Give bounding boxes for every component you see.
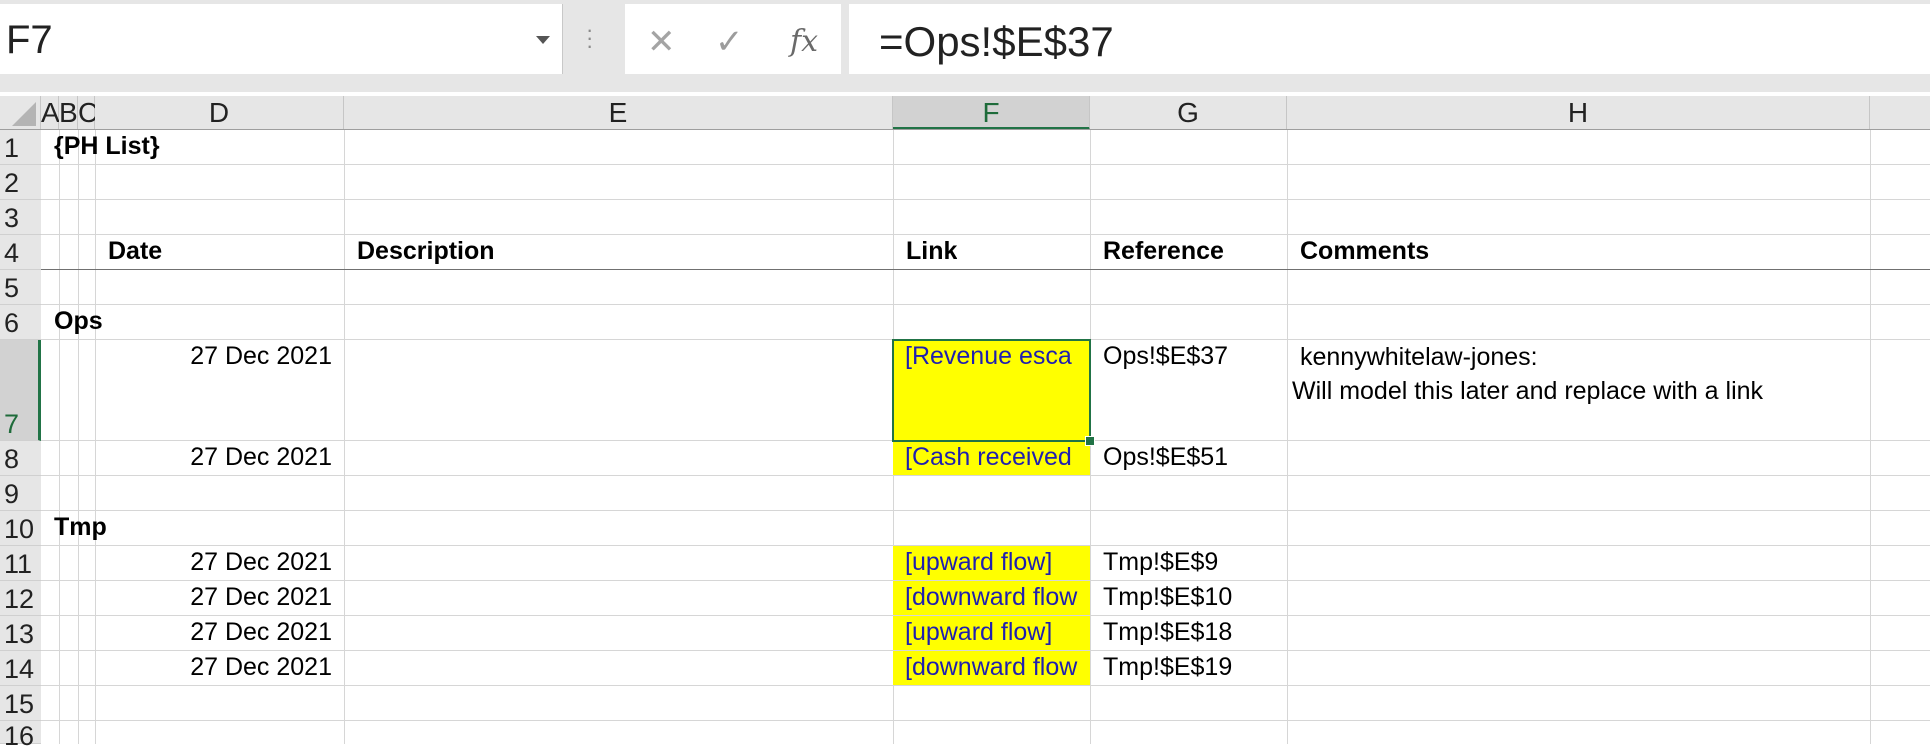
comment-author[interactable]: kennywhitelaw-jones: <box>1300 340 1538 374</box>
row-header-10[interactable]: 10 <box>0 511 41 546</box>
section-label-tmp[interactable]: Tmp <box>54 513 107 542</box>
row-header-1[interactable]: 1 <box>0 130 41 165</box>
column-header-g[interactable]: G <box>1090 96 1287 130</box>
enter-icon[interactable]: ✓ <box>715 22 744 62</box>
column-header-e[interactable]: E <box>344 96 893 130</box>
gridline <box>41 510 1930 511</box>
reference-cell[interactable]: Tmp!$E$10 <box>1103 583 1232 612</box>
column-header-h[interactable]: H <box>1287 96 1870 130</box>
cancel-icon[interactable]: ✕ <box>647 22 676 62</box>
active-cell-selection[interactable] <box>892 339 1091 442</box>
header-link[interactable]: Link <box>906 237 957 266</box>
column-header-next[interactable] <box>1870 96 1930 130</box>
date-cell[interactable]: 27 Dec 2021 <box>95 618 332 647</box>
gridline <box>59 130 60 744</box>
gridline <box>41 304 1930 305</box>
reference-cell[interactable]: Tmp!$E$18 <box>1103 618 1232 647</box>
formula-bar: F7 · · · ✕ ✓ fx =Ops!$E$37 <box>0 0 1930 92</box>
reference-cell[interactable]: Ops!$E$37 <box>1103 342 1228 371</box>
date-cell[interactable]: 27 Dec 2021 <box>95 548 332 577</box>
gridline <box>1870 130 1871 744</box>
row-header-14[interactable]: 14 <box>0 651 41 686</box>
header-comments[interactable]: Comments <box>1300 237 1429 266</box>
row-header-6[interactable]: 6 <box>0 305 41 340</box>
row-header-8[interactable]: 8 <box>0 441 41 476</box>
header-reference[interactable]: Reference <box>1103 237 1224 266</box>
link-cell[interactable]: [upward flow] <box>893 616 1090 650</box>
gridline <box>78 130 79 744</box>
row-header-7[interactable]: 7 <box>0 340 41 441</box>
link-cell[interactable]: [Cash received <box>893 441 1090 475</box>
link-cell[interactable]: [upward flow] <box>893 546 1090 580</box>
sheet-title[interactable]: {PH List} <box>54 132 160 161</box>
row-header-16[interactable]: 16 <box>0 721 41 751</box>
header-row-border <box>41 269 1930 270</box>
gridline <box>41 164 1930 165</box>
section-label-ops[interactable]: Ops <box>54 307 103 336</box>
date-cell[interactable]: 27 Dec 2021 <box>95 443 332 472</box>
gridline <box>41 234 1930 235</box>
row-header-5[interactable]: 5 <box>0 270 41 305</box>
header-divider <box>0 129 1930 130</box>
column-header-a[interactable]: A <box>41 96 60 130</box>
row-header-9[interactable]: 9 <box>0 476 41 511</box>
formula-input[interactable]: =Ops!$E$37 <box>849 4 1930 74</box>
date-cell[interactable]: 27 Dec 2021 <box>95 653 332 682</box>
link-cell[interactable]: [downward flow <box>893 651 1090 685</box>
reference-cell[interactable]: Tmp!$E$9 <box>1103 548 1218 577</box>
date-cell[interactable]: 27 Dec 2021 <box>95 342 332 371</box>
more-options-icon[interactable]: · · · <box>586 19 593 57</box>
gridline <box>1287 130 1288 744</box>
column-header-c[interactable]: C <box>78 96 98 130</box>
gridline <box>344 130 345 744</box>
row-header-4[interactable]: 4 <box>0 235 41 270</box>
gridline <box>95 130 96 744</box>
reference-cell[interactable]: Tmp!$E$19 <box>1103 653 1232 682</box>
reference-cell[interactable]: Ops!$E$51 <box>1103 443 1228 472</box>
insert-function-icon[interactable]: fx <box>790 24 818 59</box>
name-box-value[interactable]: F7 <box>6 18 53 63</box>
gridline <box>41 720 1930 721</box>
formula-text[interactable]: =Ops!$E$37 <box>879 18 1114 66</box>
row-header-12[interactable]: 12 <box>0 581 41 616</box>
column-header-b[interactable]: B <box>59 96 78 130</box>
select-all-icon <box>12 102 36 126</box>
gridline <box>41 199 1930 200</box>
column-header-d[interactable]: D <box>95 96 344 130</box>
chevron-down-icon[interactable] <box>536 36 550 44</box>
gridline <box>41 475 1930 476</box>
comment-text[interactable]: Will model this later and replace with a… <box>1292 374 1763 408</box>
header-date[interactable]: Date <box>108 237 162 266</box>
select-all-button[interactable] <box>0 96 41 130</box>
header-description[interactable]: Description <box>357 237 495 266</box>
row-header-11[interactable]: 11 <box>0 546 41 581</box>
row-header-15[interactable]: 15 <box>0 686 41 721</box>
row-header-2[interactable]: 2 <box>0 165 41 200</box>
row-header-3[interactable]: 3 <box>0 200 41 235</box>
column-header-f[interactable]: F <box>893 96 1090 130</box>
name-box[interactable]: F7 <box>0 4 563 74</box>
gridline <box>41 685 1930 686</box>
date-cell[interactable]: 27 Dec 2021 <box>95 583 332 612</box>
row-header-13[interactable]: 13 <box>0 616 41 651</box>
link-cell[interactable]: [downward flow <box>893 581 1090 615</box>
fill-handle[interactable] <box>1085 436 1095 446</box>
formula-buttons: ✕ ✓ fx <box>625 4 841 74</box>
